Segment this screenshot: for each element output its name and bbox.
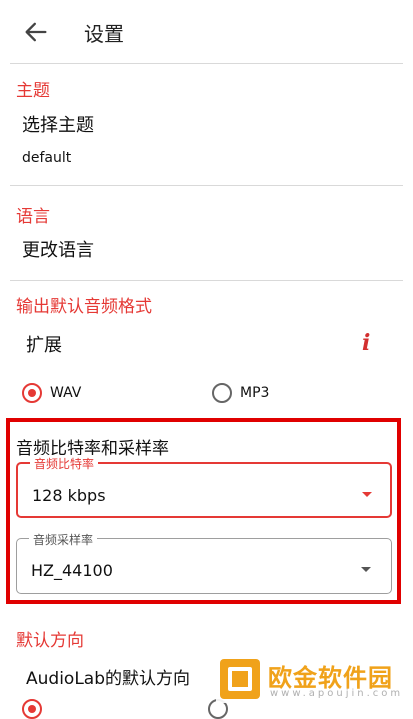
radio-checked-icon bbox=[22, 383, 42, 403]
theme-title: 选择主题 bbox=[22, 115, 94, 136]
radio-unchecked-icon bbox=[212, 383, 232, 403]
divider bbox=[10, 280, 403, 281]
extension-label: 扩展 bbox=[26, 335, 62, 356]
back-arrow-icon[interactable] bbox=[22, 18, 50, 46]
change-language-item[interactable]: 更改语言 bbox=[22, 236, 94, 262]
page-title: 设置 bbox=[84, 22, 124, 46]
divider bbox=[10, 63, 403, 64]
theme-value: default bbox=[22, 150, 72, 166]
dropdown-caret-icon bbox=[362, 492, 372, 497]
radio-checked-icon[interactable] bbox=[22, 699, 42, 719]
output-section-header: 输出默认音频格式 bbox=[16, 297, 152, 317]
info-icon[interactable]: i bbox=[362, 330, 370, 356]
watermark-url: www.apoujin.com bbox=[270, 688, 404, 699]
bitrate-legend: 音频比特率 bbox=[30, 455, 99, 472]
theme-section-header: 主题 bbox=[16, 81, 50, 101]
samplerate-legend: 音频采样率 bbox=[29, 531, 98, 548]
language-section-header: 语言 bbox=[16, 207, 50, 227]
radio-wav[interactable]: WAV bbox=[18, 382, 98, 406]
bitrate-value: 128 kbps bbox=[32, 486, 106, 505]
samplerate-value: HZ_44100 bbox=[31, 561, 113, 580]
samplerate-dropdown[interactable]: 音频采样率 HZ_44100 bbox=[16, 531, 392, 594]
bitrate-dropdown[interactable]: 音频比特率 128 kbps bbox=[16, 455, 392, 518]
watermark-logo-icon bbox=[220, 659, 260, 699]
orientation-title: AudioLab的默认方向 bbox=[26, 669, 190, 689]
radio-mp3-label: MP3 bbox=[240, 385, 270, 401]
divider bbox=[10, 185, 403, 186]
radio-mp3[interactable]: MP3 bbox=[208, 382, 288, 406]
dropdown-caret-icon bbox=[361, 567, 371, 572]
radio-wav-label: WAV bbox=[50, 385, 82, 401]
orientation-section-header: 默认方向 bbox=[16, 631, 84, 651]
